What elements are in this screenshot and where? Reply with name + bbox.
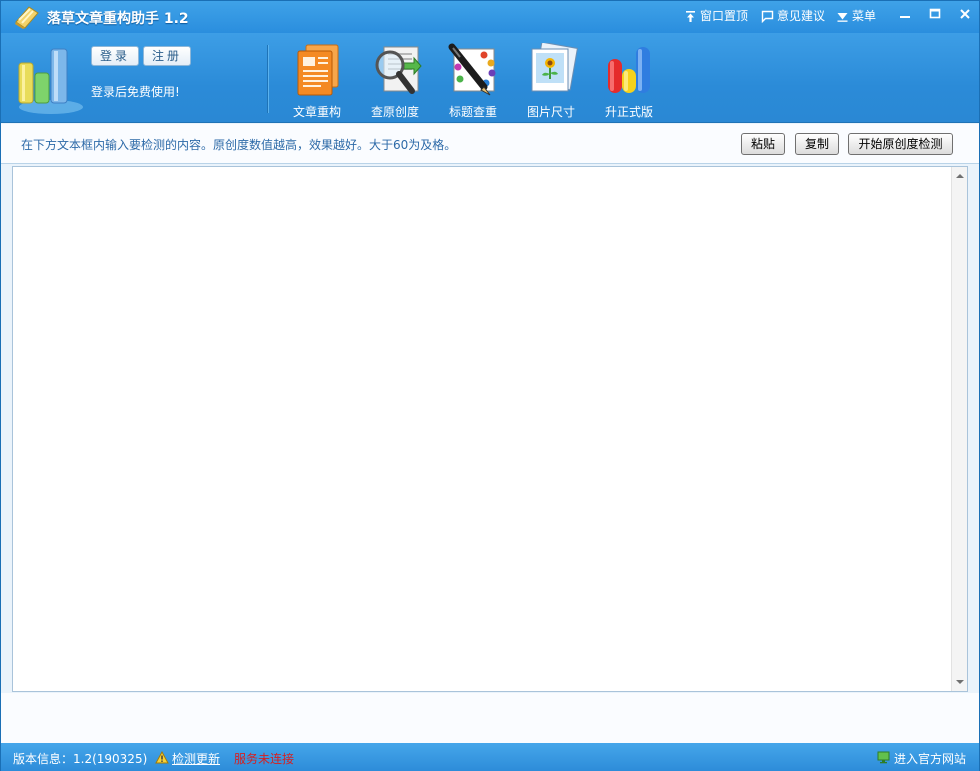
toolbar: 登录 注册 登录后免费使用! 文章重构 查原创度 标题查重 图片尺寸 升正式版 xyxy=(1,33,979,123)
upgrade-bars-icon xyxy=(608,47,650,93)
tool-image-size[interactable]: 图片尺寸 xyxy=(519,39,583,119)
bottom-spacer xyxy=(1,693,979,743)
maximize-button[interactable] xyxy=(921,4,949,24)
chevron-down-icon xyxy=(837,12,848,22)
version-info: 版本信息：1.2(190325) xyxy=(13,752,148,766)
tool-check-originality[interactable]: 查原创度 xyxy=(363,39,427,119)
pen-title-icon xyxy=(448,43,496,96)
paste-button[interactable]: 粘贴 xyxy=(741,133,785,155)
close-icon xyxy=(960,9,970,19)
scroll-down-icon[interactable] xyxy=(956,678,964,686)
editor-scrollbar[interactable] xyxy=(951,167,967,691)
tool-label: 图片尺寸 xyxy=(526,105,575,119)
copy-button[interactable]: 复制 xyxy=(795,133,839,155)
tool-label: 查原创度 xyxy=(370,105,419,119)
toolbar-divider xyxy=(267,45,268,113)
instruction-text: 在下方文本框内输入要检测的内容。原创度数值越高，效果越好。大于60为及格。 xyxy=(21,138,457,152)
status-bar: 版本信息：1.2(190325) 检测更新 服务未连接 进入官方网站 xyxy=(1,743,979,771)
warning-icon xyxy=(155,751,169,764)
check-update-link[interactable]: 检测更新 xyxy=(172,750,220,767)
scroll-up-icon[interactable] xyxy=(956,172,964,180)
feedback-label: 意见建议 xyxy=(777,9,826,23)
app-title: 落草文章重构助手 1.2 xyxy=(47,11,189,27)
service-status: 服务未连接 xyxy=(234,752,295,766)
content-textarea[interactable] xyxy=(12,166,968,692)
title-bar[interactable]: 落草文章重构助手 1.2 窗口置顶 意见建议 菜单 xyxy=(1,1,979,33)
tool-title-dedup[interactable]: 标题查重 xyxy=(441,39,505,119)
pin-window-label: 窗口置顶 xyxy=(700,9,749,23)
feedback-flag-icon xyxy=(761,10,774,23)
start-check-button[interactable]: 开始原创度检测 xyxy=(848,133,953,155)
image-size-icon xyxy=(531,43,578,92)
magnifier-check-icon xyxy=(375,46,422,94)
register-button[interactable]: 注册 xyxy=(143,46,192,66)
app-logo-icon xyxy=(15,6,39,29)
menu-button[interactable]: 菜单 xyxy=(836,7,876,25)
pin-window-button[interactable]: 窗口置顶 xyxy=(684,7,748,25)
app-window: 落草文章重构助手 1.2 窗口置顶 意见建议 菜单 登录 注册 登录后免费使用!… xyxy=(0,0,980,771)
tool-label: 升正式版 xyxy=(604,105,653,119)
tool-article-rewrite[interactable]: 文章重构 xyxy=(285,39,349,119)
tool-upgrade[interactable]: 升正式版 xyxy=(597,39,661,119)
document-rewrite-icon xyxy=(297,44,339,96)
monitor-icon xyxy=(877,751,890,764)
close-button[interactable] xyxy=(951,4,979,24)
official-site-link[interactable]: 进入官方网站 xyxy=(894,750,966,767)
tool-label: 标题查重 xyxy=(448,105,497,119)
instruction-bar: 在下方文本框内输入要检测的内容。原创度数值越高，效果越好。大于60为及格。 粘贴… xyxy=(1,124,979,164)
maximize-icon xyxy=(929,8,941,19)
tool-label: 文章重构 xyxy=(292,105,341,119)
pin-top-icon xyxy=(686,10,695,22)
minimize-icon xyxy=(900,16,910,18)
minimize-button[interactable] xyxy=(891,4,919,24)
bar-chart-logo-icon xyxy=(18,48,83,114)
login-button[interactable]: 登录 xyxy=(91,46,140,66)
menu-label: 菜单 xyxy=(852,9,877,23)
feedback-button[interactable]: 意见建议 xyxy=(761,7,825,25)
login-hint: 登录后免费使用! xyxy=(91,85,180,99)
